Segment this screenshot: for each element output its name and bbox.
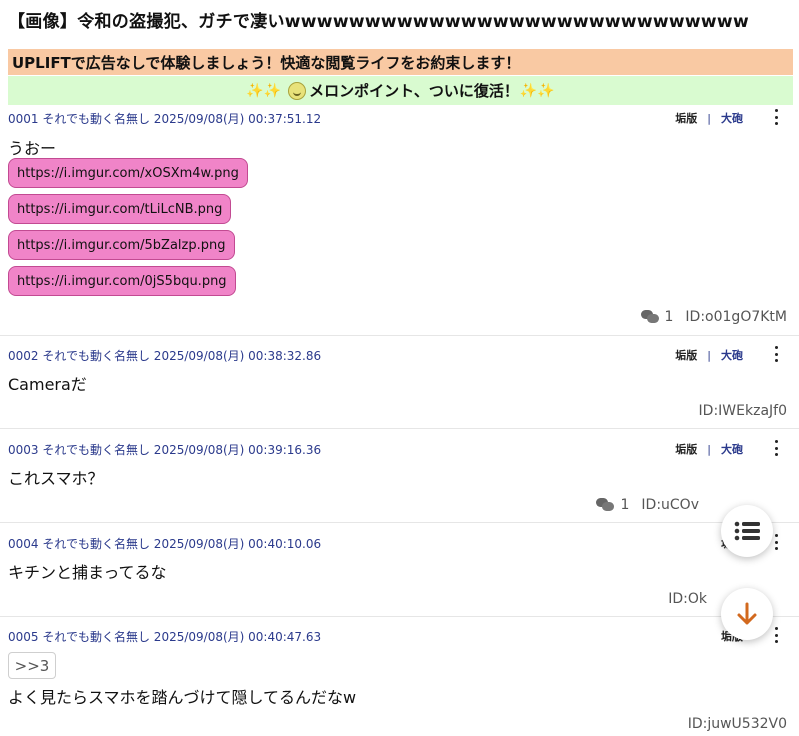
poster-id[interactable]: ID:o01gO7KtM bbox=[685, 309, 787, 325]
melon-point-banner[interactable]: ✨✨ メロンポイント、ついに復活！ ✨✨ bbox=[8, 76, 793, 105]
separator: | bbox=[707, 349, 711, 362]
more-options-icon[interactable] bbox=[773, 346, 779, 362]
post-header[interactable]: 0002 それでも動く名無し 2025/09/08(月) 00:38:32.86 bbox=[8, 347, 321, 365]
post-body: うおー bbox=[8, 139, 57, 158]
more-options-icon[interactable] bbox=[773, 627, 779, 643]
report-link[interactable]: 大砲 bbox=[721, 349, 743, 362]
post-0004: 0004 それでも動く名無し 2025/09/08(月) 00:40:10.06… bbox=[0, 534, 799, 617]
scroll-down-button[interactable] bbox=[721, 588, 773, 640]
image-link[interactable]: https://i.imgur.com/xOSXm4w.png bbox=[8, 158, 248, 188]
comments-icon bbox=[596, 498, 615, 512]
list-icon bbox=[734, 521, 760, 541]
post-actions: 垢版 | 大砲 bbox=[675, 441, 743, 457]
post-body: Cameraだ bbox=[8, 375, 87, 394]
post-actions: 垢版 | 大砲 bbox=[675, 110, 743, 126]
separator: | bbox=[707, 112, 711, 125]
poster-id[interactable]: ID:juwU532V0 bbox=[688, 716, 787, 732]
more-options-icon[interactable] bbox=[773, 109, 779, 125]
report-link[interactable]: 大砲 bbox=[721, 112, 743, 125]
post-header[interactable]: 0005 それでも動く名無し 2025/09/08(月) 00:40:47.63 bbox=[8, 628, 321, 646]
list-button[interactable] bbox=[721, 505, 773, 557]
more-options-icon[interactable] bbox=[773, 440, 779, 456]
reply-anchor[interactable]: >>3 bbox=[8, 652, 56, 679]
arrow-down-icon bbox=[737, 602, 757, 625]
uplift-ad-banner[interactable]: UPLIFTで広告なしで体験しましょう！快適な閲覧ライフをお約束します！ bbox=[8, 49, 793, 75]
image-link[interactable]: https://i.imgur.com/5bZalzp.png bbox=[8, 230, 235, 260]
post-footer: ID:juwU532V0 bbox=[688, 716, 787, 732]
image-link[interactable]: https://i.imgur.com/0jS5bqu.png bbox=[8, 266, 236, 296]
post-header[interactable]: 0003 それでも動く名無し 2025/09/08(月) 00:39:16.36 bbox=[8, 441, 321, 459]
post-footer: ID:Ok bbox=[668, 591, 707, 607]
board-link[interactable]: 垢版 bbox=[675, 349, 697, 362]
board-link[interactable]: 垢版 bbox=[675, 443, 697, 456]
sparkles-icon: ✨✨ bbox=[246, 82, 282, 99]
reply-count[interactable]: 1 bbox=[640, 309, 674, 325]
post-header[interactable]: 0001 それでも動く名無し 2025/09/08(月) 00:37:51.12 bbox=[8, 110, 321, 128]
post-actions: 垢版 | 大砲 bbox=[675, 347, 743, 363]
reply-count[interactable]: 1 bbox=[596, 497, 629, 513]
post-0005: 0005 それでも動く名無し 2025/09/08(月) 00:40:47.63… bbox=[0, 627, 799, 736]
melon-icon bbox=[288, 81, 307, 100]
post-body: よく見たらスマホを踏んづけて隠してるんだなw bbox=[8, 688, 357, 707]
thread-title: 【画像】令和の盗撮犯、ガチで凄いwwwwwwwwwwwwwwwwwwwwwwww… bbox=[8, 12, 749, 32]
more-options-icon[interactable] bbox=[773, 534, 779, 550]
post-footer: ID:IWEkzaJf0 bbox=[699, 403, 787, 419]
post-footer: 1 ID:o01gO7KtM bbox=[640, 309, 787, 325]
report-link[interactable]: 大砲 bbox=[721, 443, 743, 456]
post-0001: 0001 それでも動く名無し 2025/09/08(月) 00:37:51.12… bbox=[0, 109, 799, 336]
separator: | bbox=[707, 443, 711, 456]
post-0003: 0003 それでも動く名無し 2025/09/08(月) 00:39:16.36… bbox=[0, 440, 799, 523]
reply-count-value: 1 bbox=[664, 309, 674, 325]
poster-id[interactable]: ID:Ok bbox=[668, 591, 707, 607]
post-body: これスマホ？ bbox=[8, 469, 104, 488]
poster-id[interactable]: ID:IWEkzaJf0 bbox=[699, 403, 787, 419]
post-body: キチンと捕まってるな bbox=[8, 563, 167, 582]
post-header[interactable]: 0004 それでも動く名無し 2025/09/08(月) 00:40:10.06 bbox=[8, 535, 321, 553]
reply-count-value: 1 bbox=[620, 497, 630, 513]
post-0002: 0002 それでも動く名無し 2025/09/08(月) 00:38:32.86… bbox=[0, 346, 799, 429]
board-link[interactable]: 垢版 bbox=[675, 112, 697, 125]
poster-id[interactable]: ID:uCOv bbox=[641, 497, 699, 513]
sparkles-icon: ✨✨ bbox=[519, 82, 555, 99]
image-link[interactable]: https://i.imgur.com/tLiLcNB.png bbox=[8, 194, 232, 224]
melon-banner-text: メロンポイント、ついに復活！ bbox=[309, 82, 519, 100]
post-footer: 1 ID:uCOv bbox=[596, 497, 699, 513]
comments-icon bbox=[640, 310, 659, 324]
